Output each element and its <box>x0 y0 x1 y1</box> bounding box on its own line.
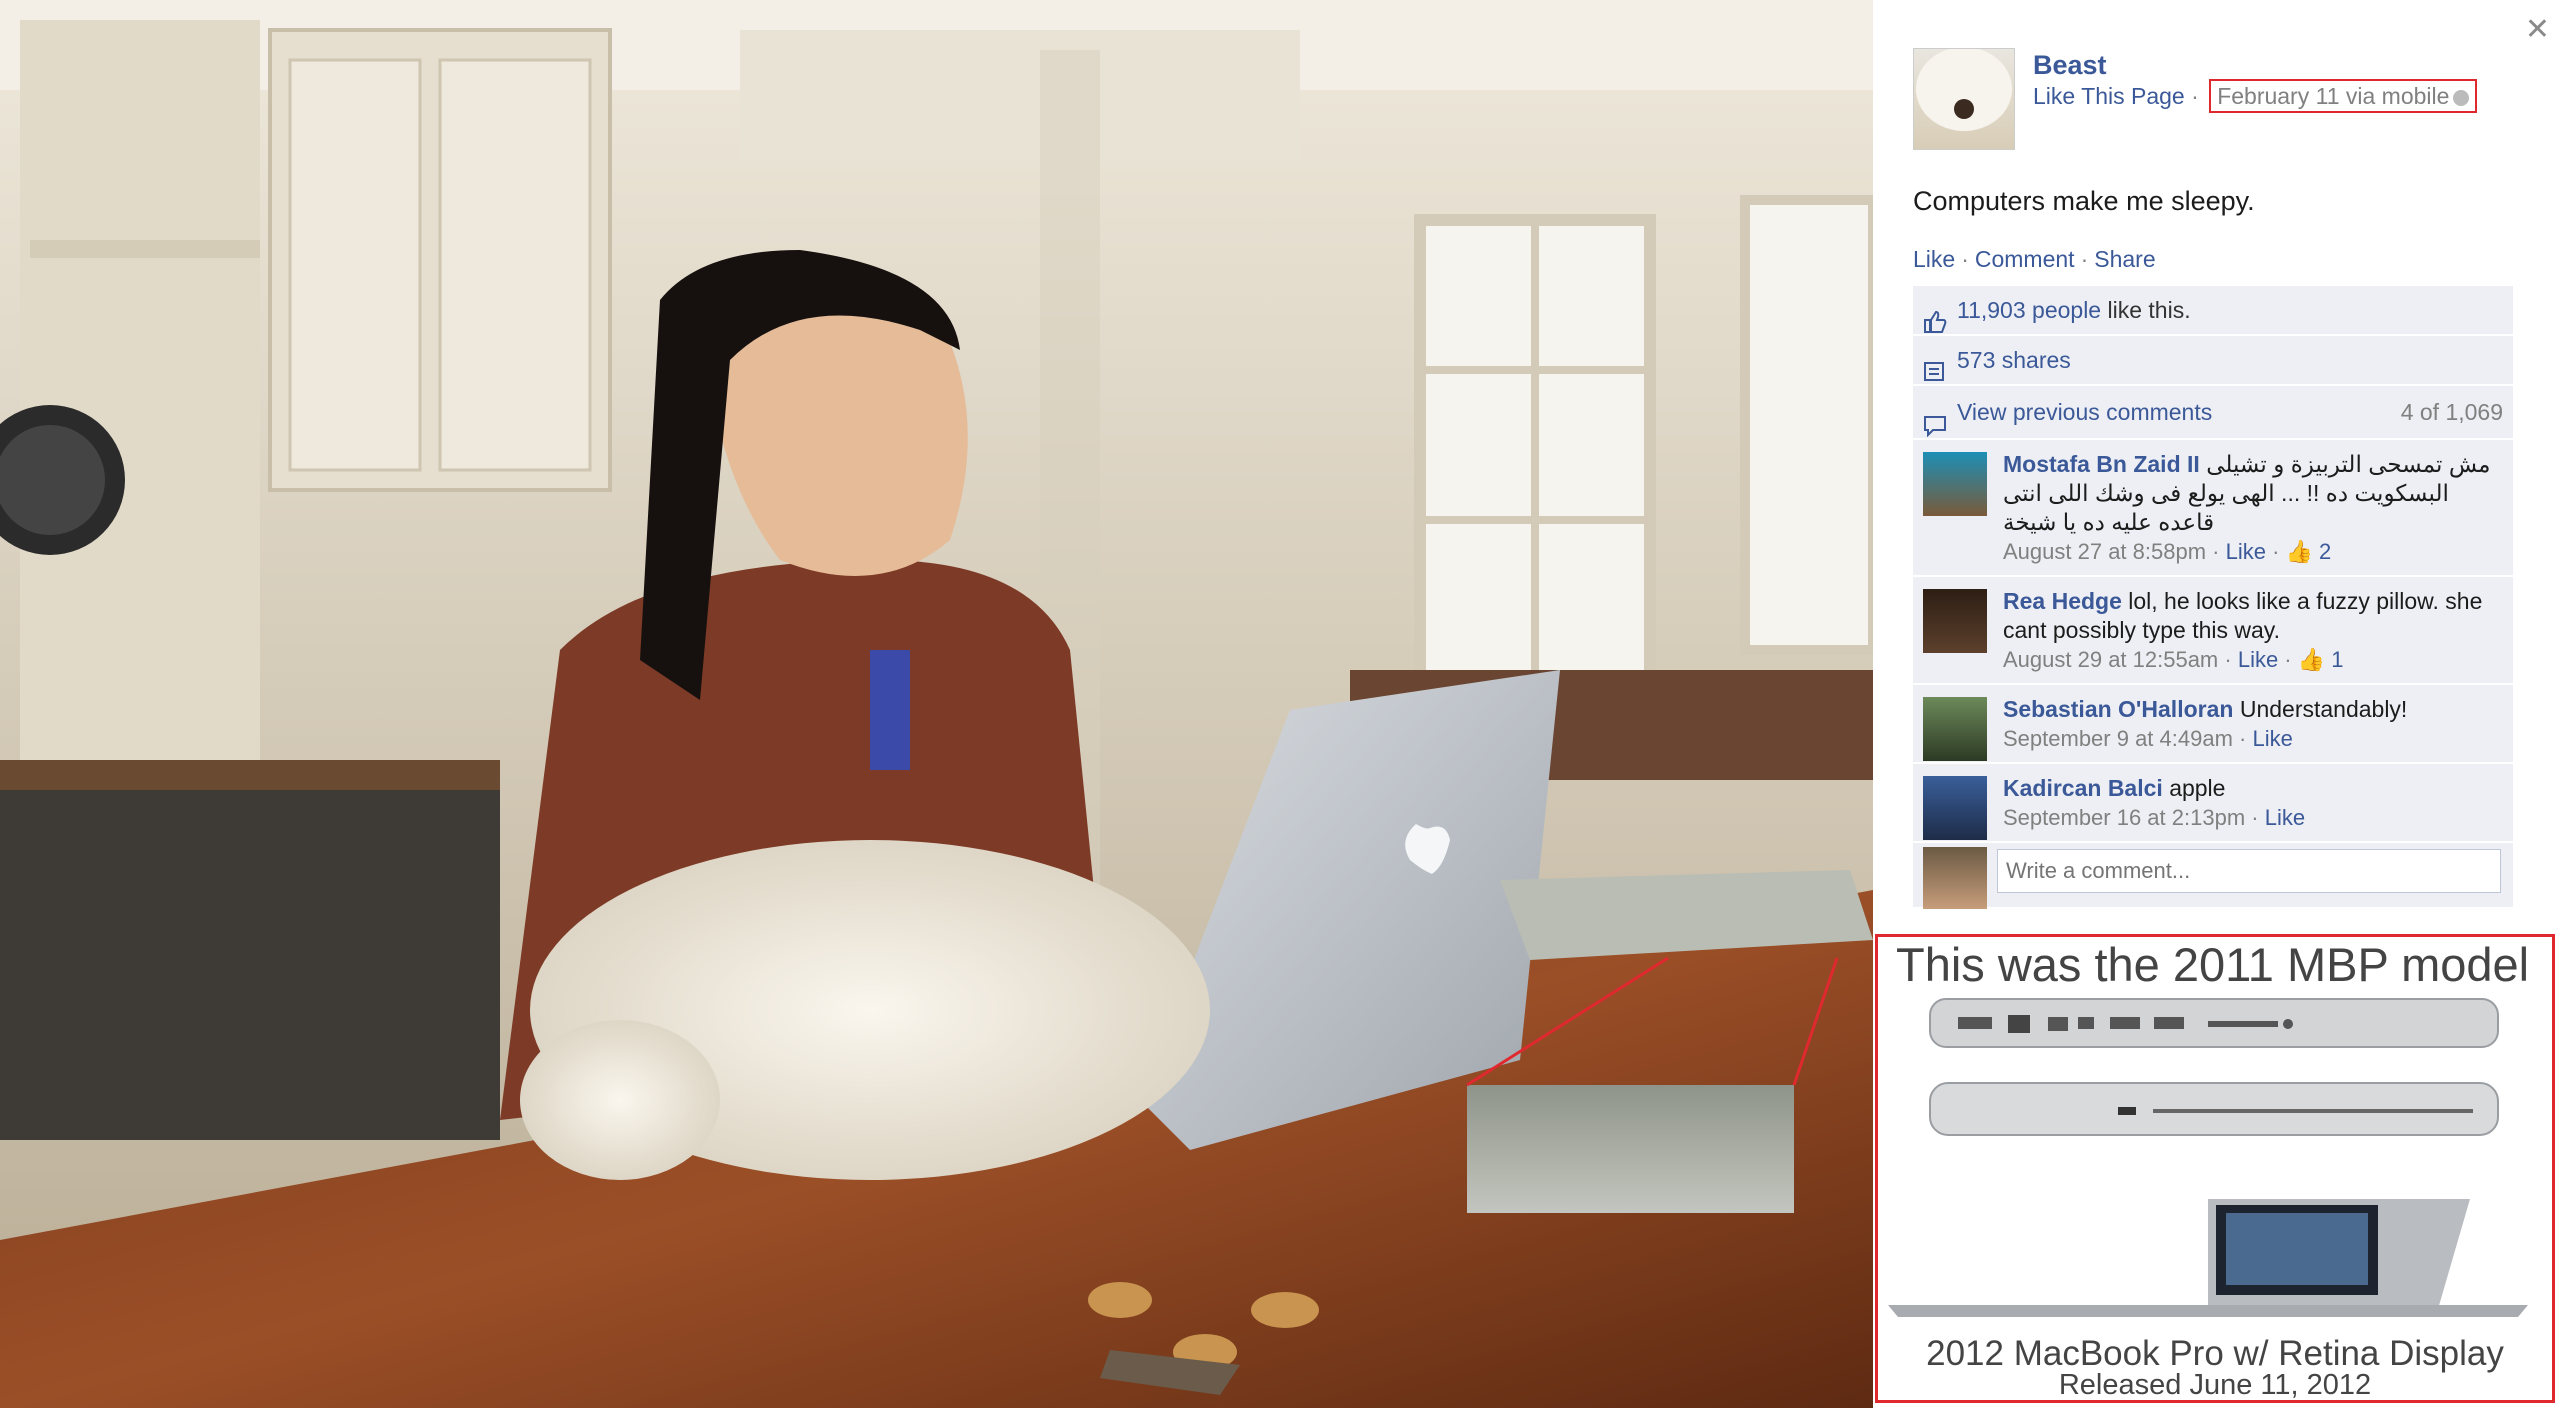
comment-time[interactable]: August 29 at 12:55am <box>2003 647 2218 672</box>
page-avatar[interactable] <box>1913 48 2015 150</box>
comment-action[interactable]: Comment <box>1975 246 2075 272</box>
comment-like-link[interactable]: Like <box>2265 805 2305 830</box>
comment-time[interactable]: September 16 at 2:13pm <box>2003 805 2245 830</box>
likes-count-link[interactable]: 11,903 people <box>1957 297 2101 323</box>
view-previous-row: View previous comments 4 of 1,069 <box>1913 386 2513 440</box>
shares-icon <box>1923 351 1947 381</box>
comment-text: Understandably! <box>2239 696 2408 722</box>
comment-item: Sebastian O'Halloran Understandably! Sep… <box>1913 685 2513 764</box>
comment-bubble-icon <box>1923 403 1947 438</box>
post-actions: Like · Comment · Share <box>1913 246 2156 273</box>
action-separator: · <box>2080 246 2089 272</box>
like-page-link[interactable]: Like This Page <box>2033 83 2185 109</box>
comment-item: Rea Hedge lol, he looks like a fuzzy pil… <box>1913 577 2513 685</box>
likes-row: 11,903 people like this. <box>1913 286 2513 336</box>
commenter-name[interactable]: Mostafa Bn Zaid II <box>2003 451 2200 477</box>
annotation-release-date: Released June 11, 2012 <box>2058 1369 2372 1401</box>
annotation-subtitle: 2012 MacBook Pro w/ Retina Display <box>1926 1334 2504 1373</box>
close-icon[interactable]: ✕ <box>2525 12 2550 47</box>
zoom-inset <box>1467 1085 1794 1213</box>
shares-link[interactable]: 573 shares <box>1957 347 2071 373</box>
comment-likes-value[interactable]: 1 <box>2331 647 2343 672</box>
comment-count: 4 of 1,069 <box>2400 399 2503 425</box>
comment-time[interactable]: August 27 at 8:58pm <box>2003 539 2206 564</box>
globe-icon <box>2453 89 2470 106</box>
commenter-name[interactable]: Kadircan Balci <box>2003 775 2163 801</box>
likes-suffix: like this. <box>2101 297 2191 323</box>
write-comment-row <box>1913 843 2513 909</box>
thumbs-up-icon <box>1923 301 1947 333</box>
action-separator: · <box>1961 246 1969 272</box>
ufi-box: 11,903 people like this. 573 shares View… <box>1913 286 2513 909</box>
commenter-avatar[interactable] <box>1923 589 1987 653</box>
commenter-avatar[interactable] <box>1923 452 1987 516</box>
share-action[interactable]: Share <box>2094 246 2155 272</box>
commenter-name[interactable]: Rea Hedge <box>2003 588 2122 614</box>
comment-item: Kadircan Balci apple September 16 at 2:1… <box>1913 764 2513 843</box>
mbp-annotation-overlay: This was the 2011 MBP model 2012 MacBook… <box>1875 934 2555 1403</box>
comment-like-link[interactable]: Like <box>2226 539 2266 564</box>
comment-likes-value[interactable]: 2 <box>2319 539 2331 564</box>
post-text: Computers make me sleepy. <box>1913 186 2255 216</box>
comment-like-count[interactable]: 👍 2 <box>2286 539 2332 564</box>
post-meta: Like This Page · February 11 via mobile <box>2033 79 2478 113</box>
comment-like-link[interactable]: Like <box>2252 726 2292 751</box>
post-date-text[interactable]: February 11 via mobile <box>2217 83 2449 109</box>
commenter-avatar[interactable] <box>1923 697 1987 761</box>
commenter-avatar[interactable] <box>1923 776 1987 840</box>
post-date[interactable]: February 11 via mobile <box>2209 79 2478 113</box>
page-name-link[interactable]: Beast <box>2033 50 2107 81</box>
commenter-name[interactable]: Sebastian O'Halloran <box>2003 696 2233 722</box>
meta-separator: · <box>2191 83 2199 109</box>
viewer-avatar <box>1923 847 1987 909</box>
comment-like-link[interactable]: Like <box>2238 647 2278 672</box>
comment-time[interactable]: September 9 at 4:49am <box>2003 726 2233 751</box>
comment-text: apple <box>2169 775 2226 801</box>
comment-like-count[interactable]: 👍 1 <box>2298 647 2344 672</box>
comment-item: Mostafa Bn Zaid II مش تمسحى التربيزة و ت… <box>1913 440 2513 577</box>
shares-row: 573 shares <box>1913 336 2513 386</box>
view-previous-comments-link[interactable]: View previous comments <box>1957 399 2212 425</box>
write-comment-input[interactable] <box>1997 849 2501 893</box>
like-action[interactable]: Like <box>1913 246 1955 272</box>
macbook-illustration <box>1888 998 2528 1317</box>
